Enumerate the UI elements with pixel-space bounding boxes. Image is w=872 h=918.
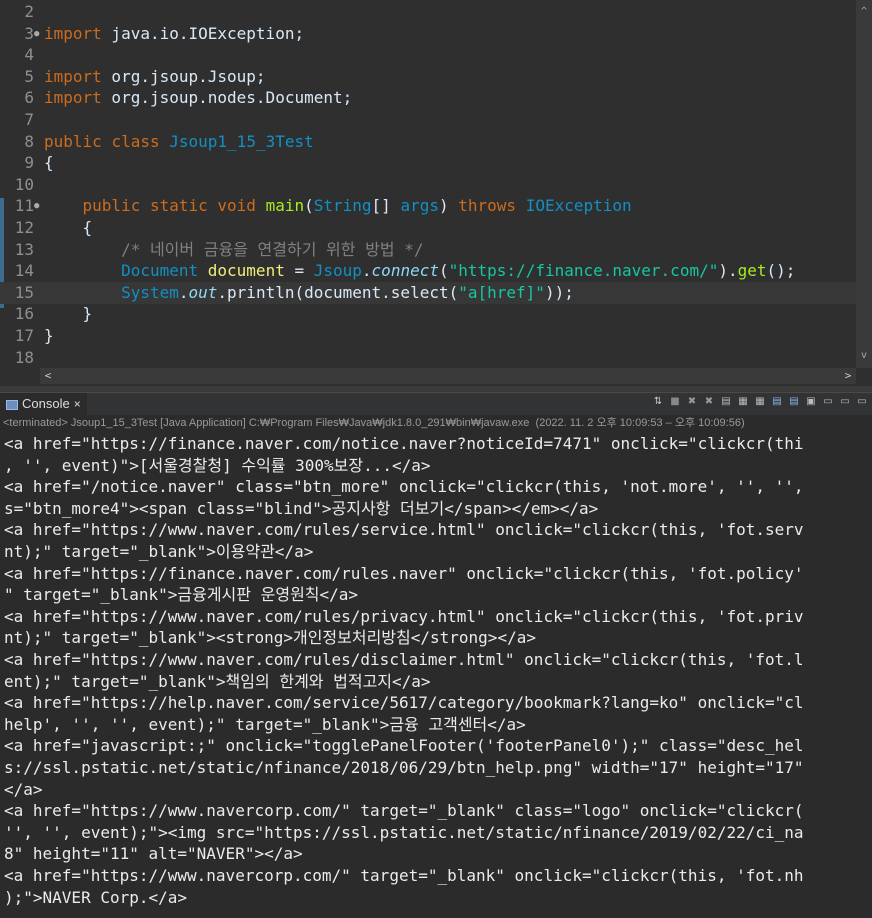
console-line: 8" height="11" alt="NAVER"></a> xyxy=(4,844,303,864)
code-text: public class Jsoup1_15_3Test xyxy=(44,131,314,151)
console-line: '', '', event);"><img src="https://ssl.p… xyxy=(4,822,804,842)
console-line: );">NAVER Corp.</a> xyxy=(4,887,188,907)
code-text: public static void main(String[] args) t… xyxy=(82,196,632,216)
console-line: nt);" target="_blank"><strong>개인정보처리방침</… xyxy=(4,628,536,648)
code-line[interactable]: 6 import org.jsoup.nodes.Document; xyxy=(0,87,856,109)
code-text: { xyxy=(44,218,93,237)
console-tab-bar: Console × ⇅ ■ ✖ ✖ ▤ ▦ ▦ ▤ ▤ ▣ ▭ ▭ ▭ xyxy=(0,392,872,415)
console-line: <a href="https://www.naver.com/rules/pri… xyxy=(4,606,804,626)
code-line[interactable]: 17} xyxy=(0,325,856,347)
code-line[interactable]: 4 xyxy=(0,44,856,66)
horizontal-scrollbar[interactable]: < > xyxy=(40,368,856,384)
scroll-down-icon[interactable]: v xyxy=(856,348,872,364)
console-line: <a href="https://www.naver.com/rules/ser… xyxy=(4,520,804,540)
code-line[interactable]: 2 xyxy=(0,1,856,23)
code-text: { xyxy=(44,153,54,173)
console-tab-label: Console xyxy=(22,396,70,411)
console-line: <a href="https://help.naver.com/service/… xyxy=(4,693,804,713)
code-text: Document document = Jsoup.connect("https… xyxy=(121,261,796,281)
console-line: help', '', '', event);" target="_blank">… xyxy=(4,714,526,734)
code-line[interactable]: 5 import org.jsoup.Jsoup; xyxy=(0,66,856,88)
console-line: s="btn_more4"><span class="blind">공지사항 더… xyxy=(4,498,599,518)
code-line[interactable]: 13 /* 네이버 금융을 연결하기 위한 방법 */ xyxy=(0,239,856,261)
console-line: <a href="https://www.naver.com/rules/dis… xyxy=(4,650,804,669)
code-text: System.out.println(document.select("a[hr… xyxy=(121,282,574,302)
code-text: import org.jsoup.Jsoup; xyxy=(44,66,266,86)
line-number: 18 xyxy=(14,347,34,367)
console-line: , '', event)">[서울경찰청] 수익률 300%보장...</a> xyxy=(4,455,431,475)
console-line: " target="_blank">금융게시판 운영원칙</a> xyxy=(4,585,359,605)
code-text: /* 네이버 금융을 연결하기 위한 방법 */ xyxy=(121,239,424,259)
code-line[interactable]: 15 System.out.println(document.select("a… xyxy=(0,281,856,304)
line-number: 3 xyxy=(24,23,34,43)
line-number: 12 xyxy=(14,218,34,237)
scroll-right-icon[interactable]: > xyxy=(840,368,856,384)
console-output[interactable]: <a href="https://finance.naver.com/notic… xyxy=(0,432,872,918)
line-number: 17 xyxy=(14,326,34,345)
code-text: } xyxy=(44,326,54,345)
code-text: } xyxy=(44,304,93,324)
console-line: <a href="https://www.navercorp.com/" tar… xyxy=(4,866,804,885)
code-line[interactable]: 9{ xyxy=(0,152,856,174)
line-number: 14 xyxy=(14,261,34,281)
code-line[interactable]: 8 public class Jsoup1_15_3Test xyxy=(0,131,856,153)
line-number: 5 xyxy=(24,66,34,86)
show-stdout-icon[interactable]: ▤ xyxy=(771,396,783,408)
code-text: import org.jsoup.nodes.Document; xyxy=(44,88,353,108)
minimize-icon[interactable]: ▭ xyxy=(856,396,868,408)
line-number: 8 xyxy=(24,131,34,151)
scroll-left-icon[interactable]: < xyxy=(40,368,56,384)
stop-icon[interactable]: ■ xyxy=(669,396,681,408)
console-toolbar: ⇅ ■ ✖ ✖ ▤ ▦ ▦ ▤ ▤ ▣ ▭ ▭ ▭ xyxy=(652,396,872,412)
code-line[interactable]: 18 xyxy=(0,347,856,369)
code-line[interactable]: 16 } xyxy=(0,303,856,325)
console-line: ent);" target="_blank">책임의 한계와 법적고지</a> xyxy=(4,671,431,691)
line-number: 7 xyxy=(24,110,34,129)
remove-all-icon[interactable]: ✖ xyxy=(703,396,715,408)
line-number: 15 xyxy=(14,282,34,302)
tab-console[interactable]: Console × xyxy=(0,393,87,415)
code-line[interactable]: 7 xyxy=(0,109,856,131)
line-number: 11 xyxy=(14,196,34,216)
clear-icon[interactable]: ▤ xyxy=(720,396,732,408)
display-selected-icon[interactable]: ▣ xyxy=(805,396,817,408)
remove-icon[interactable]: ✖ xyxy=(686,396,698,408)
code-editor[interactable]: 2 3 ● import java.io.IOException; 4 5 import o… xyxy=(0,0,872,386)
fold-marker-icon[interactable]: ● xyxy=(34,23,39,45)
line-number: 4 xyxy=(24,45,34,65)
code-line[interactable]: 14 Document document = Jsoup.connect("ht… xyxy=(0,260,856,282)
line-number: 6 xyxy=(24,88,34,108)
new-console-icon[interactable]: ▭ xyxy=(839,396,851,408)
line-number: 10 xyxy=(14,174,34,194)
console-line: <a href="https://finance.naver.com/rules… xyxy=(4,563,804,583)
console-line: s://ssl.pstatic.net/static/nfinance/2018… xyxy=(4,758,804,777)
open-console-icon[interactable]: ▭ xyxy=(822,396,834,408)
code-text: import java.io.IOException; xyxy=(44,23,305,43)
console-line: <a href="javascript:;" onclick="togglePa… xyxy=(4,736,804,756)
scroll-lock-icon[interactable]: ▦ xyxy=(737,396,749,408)
console-line: <a href="/notice.naver" class="btn_more"… xyxy=(4,477,804,497)
console-status: <terminated> Jsoup1_15_3Test [Java Appli… xyxy=(3,417,745,429)
console-line: nt);" target="_blank">이용약관</a> xyxy=(4,542,314,561)
code-line[interactable]: 12 { xyxy=(0,217,856,239)
word-wrap-icon[interactable]: ▦ xyxy=(754,396,766,408)
pin-icon[interactable]: ⇅ xyxy=(652,396,664,408)
code-line[interactable]: 10 xyxy=(0,174,856,196)
vertical-scrollbar[interactable]: ^ v xyxy=(856,0,872,368)
fold-marker-icon[interactable]: ● xyxy=(34,195,39,217)
code-line[interactable]: 11 ● public static void main(String[] arg… xyxy=(0,195,856,217)
show-stderr-icon[interactable]: ▤ xyxy=(788,396,800,408)
scroll-up-icon[interactable]: ^ xyxy=(856,4,872,20)
console-line: <a href="https://www.navercorp.com/" tar… xyxy=(4,801,804,821)
line-number: 9 xyxy=(24,153,34,173)
line-number: 2 xyxy=(24,2,34,21)
line-number: 16 xyxy=(14,304,34,324)
close-icon[interactable]: × xyxy=(74,397,81,411)
console-line: </a> xyxy=(4,779,43,799)
console-line: <a href="https://finance.naver.com/notic… xyxy=(4,434,804,453)
code-line[interactable]: 3 ● import java.io.IOException; xyxy=(0,23,856,45)
line-number: 13 xyxy=(14,239,34,259)
console-icon xyxy=(6,399,18,410)
